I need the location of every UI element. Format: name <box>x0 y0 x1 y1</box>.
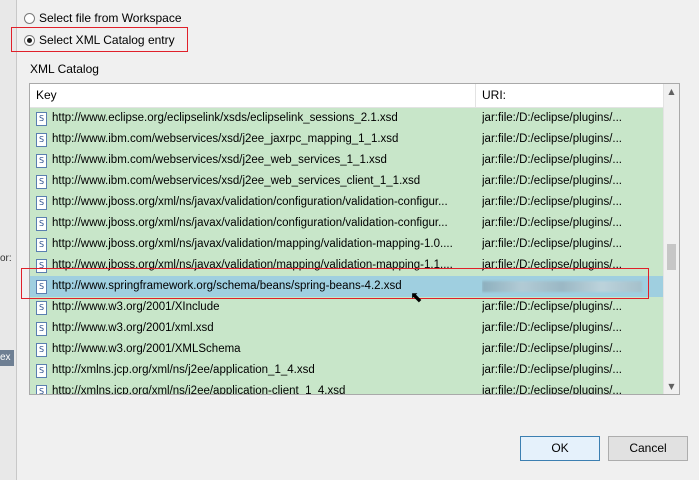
schema-file-icon: S <box>36 216 47 231</box>
vertical-scrollbar[interactable]: ▲ ▼ <box>663 84 679 394</box>
cell-key-text: http://www.w3.org/2001/xml.xsd <box>52 322 214 334</box>
cell-key-text: http://xmlns.jcp.org/xml/ns/j2ee/applica… <box>52 364 315 376</box>
cell-uri: jar:file:/D:/eclipse/plugins/... <box>482 217 622 229</box>
annotation-highlight-row <box>21 268 649 299</box>
cell-key-text: http://www.ibm.com/webservices/xsd/j2ee_… <box>52 154 387 166</box>
cell-key-text: http://www.jboss.org/xml/ns/javax/valida… <box>52 217 448 229</box>
cell-key-text: http://www.w3.org/2001/XInclude <box>52 301 220 313</box>
table-row[interactable]: Shttp://xmlns.jcp.org/xml/ns/j2ee/applic… <box>30 381 665 395</box>
cell-key: Shttp://www.ibm.com/webservices/xsd/j2ee… <box>36 150 476 171</box>
xml-catalog-label: XML Catalog <box>30 62 99 76</box>
cell-key-text: http://www.ibm.com/webservices/xsd/j2ee_… <box>52 133 399 145</box>
table-row[interactable]: Shttp://www.w3.org/2001/XMLSchema jar:fil… <box>30 339 665 360</box>
schema-file-icon: S <box>36 300 47 315</box>
schema-file-icon: S <box>36 132 47 147</box>
cell-uri: jar:file:/D:/eclipse/plugins/... <box>482 112 622 124</box>
cell-uri: jar:file:/D:/eclipse/plugins/... <box>482 238 622 250</box>
cell-key-text: http://xmlns.jcp.org/xml/ns/j2ee/applica… <box>52 385 346 395</box>
cell-uri: jar:file:/D:/eclipse/plugins/... <box>482 175 622 187</box>
table-row[interactable]: Shttp://www.w3.org/2001/xml.xsd jar:file:… <box>30 318 665 339</box>
mouse-cursor-icon: ⬉ <box>410 288 423 306</box>
table-row[interactable]: Shttp://www.ibm.com/webservices/xsd/j2ee… <box>30 171 665 192</box>
table-row[interactable]: Shttp://www.jboss.org/xml/ns/javax/valid… <box>30 234 665 255</box>
column-header-uri[interactable]: URI: <box>476 84 665 107</box>
schema-file-icon: S <box>36 153 47 168</box>
cell-uri: jar:file:/D:/eclipse/plugins/... <box>482 196 622 208</box>
schema-file-icon: S <box>36 342 47 357</box>
cell-uri: jar:file:/D:/eclipse/plugins/... <box>482 322 622 334</box>
cell-key-text: http://www.ibm.com/webservices/xsd/j2ee_… <box>52 175 421 187</box>
cell-key: Shttp://www.eclipse.org/eclipselink/xsds… <box>36 108 476 129</box>
background-window-strip: or: ex <box>0 0 17 480</box>
cell-key-text: http://www.w3.org/2001/XMLSchema <box>52 343 241 355</box>
cell-uri: jar:file:/D:/eclipse/plugins/... <box>482 343 622 355</box>
schema-file-icon: S <box>36 111 47 126</box>
cell-uri: jar:file:/D:/eclipse/plugins/... <box>482 385 622 395</box>
table-row[interactable]: Shttp://xmlns.jcp.org/xml/ns/j2ee/applic… <box>30 360 665 381</box>
table-row[interactable]: Shttp://www.jboss.org/xml/ns/javax/valid… <box>30 192 665 213</box>
left-strip-fragment-1: or: <box>0 253 12 264</box>
scrollbar-thumb[interactable] <box>667 244 676 270</box>
cell-uri: jar:file:/D:/eclipse/plugins/... <box>482 301 622 313</box>
schema-file-icon: S <box>36 384 47 394</box>
cell-key: Shttp://www.w3.org/2001/XMLSchema <box>36 339 476 360</box>
ok-button[interactable]: OK <box>520 436 600 461</box>
schema-file-icon: S <box>36 195 47 210</box>
schema-file-icon: S <box>36 321 47 336</box>
cell-uri: jar:file:/D:/eclipse/plugins/... <box>482 364 622 376</box>
left-strip-fragment-2: ex <box>0 352 11 363</box>
cell-key: Shttp://www.ibm.com/webservices/xsd/j2ee… <box>36 129 476 150</box>
cell-key-text: http://www.eclipse.org/eclipselink/xsds/… <box>52 112 398 124</box>
scroll-down-icon[interactable]: ▼ <box>664 379 679 394</box>
cell-key: Shttp://www.jboss.org/xml/ns/javax/valid… <box>36 192 476 213</box>
cell-key: Shttp://xmlns.jcp.org/xml/ns/j2ee/applic… <box>36 360 476 381</box>
radio-unchecked-icon[interactable] <box>24 12 35 24</box>
table-row[interactable]: Shttp://www.ibm.com/webservices/xsd/j2ee… <box>30 129 665 150</box>
cell-uri: jar:file:/D:/eclipse/plugins/... <box>482 154 622 166</box>
cell-key: Shttp://www.ibm.com/webservices/xsd/j2ee… <box>36 171 476 192</box>
table-body: Shttp://www.eclipse.org/eclipselink/xsds… <box>30 108 665 395</box>
column-header-key[interactable]: Key <box>30 84 476 107</box>
cell-key-text: http://www.jboss.org/xml/ns/javax/valida… <box>52 196 448 208</box>
cell-uri: jar:file:/D:/eclipse/plugins/... <box>482 133 622 145</box>
xml-catalog-table[interactable]: Key URI: Shttp://www.eclipse.org/eclipse… <box>29 83 680 395</box>
table-row[interactable]: Shttp://www.jboss.org/xml/ns/javax/valid… <box>30 213 665 234</box>
scroll-up-icon[interactable]: ▲ <box>664 84 679 99</box>
schema-file-icon: S <box>36 363 47 378</box>
table-row[interactable]: Shttp://www.eclipse.org/eclipselink/xsds… <box>30 108 665 129</box>
cell-key: Shttp://www.w3.org/2001/xml.xsd <box>36 318 476 339</box>
cell-key: Shttp://www.jboss.org/xml/ns/javax/valid… <box>36 234 476 255</box>
table-row[interactable]: Shttp://www.w3.org/2001/XInclude jar:file… <box>30 297 665 318</box>
annotation-highlight-radio <box>11 27 188 52</box>
cell-key: Shttp://xmlns.jcp.org/xml/ns/j2ee/applic… <box>36 381 476 395</box>
schema-file-icon: S <box>36 174 47 189</box>
cell-key: Shttp://www.jboss.org/xml/ns/javax/valid… <box>36 213 476 234</box>
cell-key-text: http://www.jboss.org/xml/ns/javax/valida… <box>52 238 453 250</box>
table-row[interactable]: Shttp://www.ibm.com/webservices/xsd/j2ee… <box>30 150 665 171</box>
radio-workspace[interactable]: Select file from Workspace <box>24 9 182 27</box>
schema-file-icon: S <box>36 237 47 252</box>
cancel-button[interactable]: Cancel <box>608 436 688 461</box>
table-header: Key URI: <box>30 84 665 108</box>
radio-workspace-label: Select file from Workspace <box>39 11 182 25</box>
